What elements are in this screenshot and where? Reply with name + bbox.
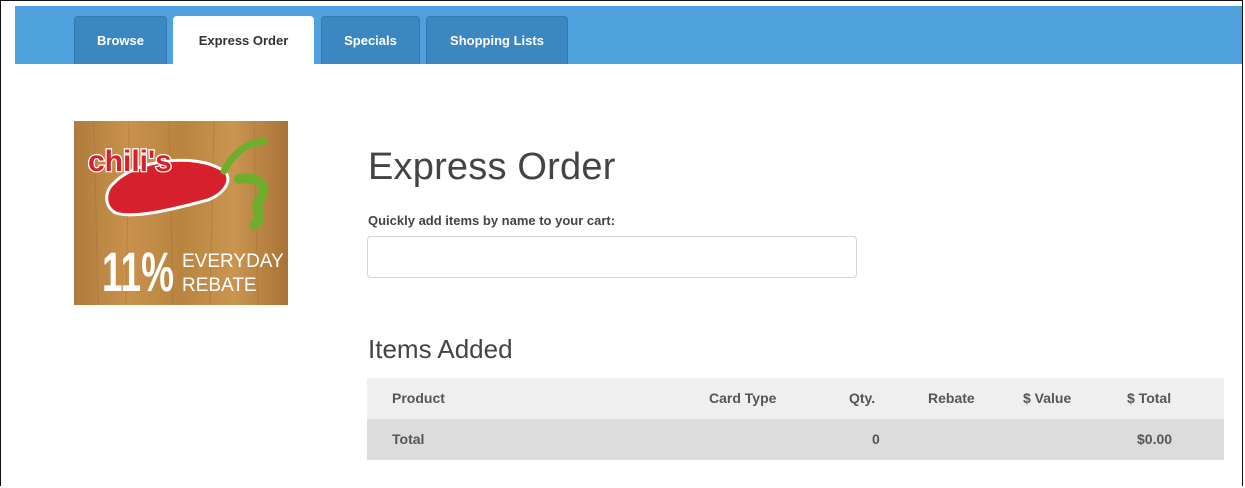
total-amount: $0.00 xyxy=(1137,431,1173,447)
column-header-card-type[interactable]: Card Type xyxy=(709,378,776,419)
column-header-value[interactable]: $ Value xyxy=(1023,378,1071,419)
column-header-rebate[interactable]: Rebate xyxy=(928,378,975,419)
chilis-wordmark: chili's xyxy=(88,145,172,178)
column-header-qty[interactable]: Qty. xyxy=(849,378,875,419)
everyday-text: EVERYDAY xyxy=(182,251,284,272)
total-qty: 0 xyxy=(872,431,880,447)
search-instruction-label: Quickly add items by name to your cart: xyxy=(368,213,616,228)
top-navbar: Browse Express Order Specials Shopping L… xyxy=(15,6,1242,64)
items-added-title: Items Added xyxy=(368,334,513,364)
items-added-table: Product Card Type Qty. Rebate $ Value $ … xyxy=(367,378,1224,460)
table-header-row: Product Card Type Qty. Rebate $ Value $ … xyxy=(367,378,1224,419)
rebate-percent-text: 11% xyxy=(102,240,174,303)
tab-express-order[interactable]: Express Order xyxy=(173,16,314,64)
tab-specials[interactable]: Specials xyxy=(321,16,420,64)
chilis-promo-banner[interactable]: chili's 11% EVERYDAY REBATE xyxy=(74,121,288,305)
column-header-product[interactable]: Product xyxy=(392,378,445,419)
express-order-search-input[interactable] xyxy=(367,236,857,278)
table-total-row: Total 0 $0.00 xyxy=(367,419,1224,460)
tab-shopping-lists[interactable]: Shopping Lists xyxy=(426,16,568,64)
page-title: Express Order xyxy=(368,146,616,188)
tab-browse[interactable]: Browse xyxy=(74,16,167,64)
rebate-text: REBATE xyxy=(182,275,257,296)
column-header-total[interactable]: $ Total xyxy=(1127,378,1171,419)
total-label: Total xyxy=(392,431,425,447)
